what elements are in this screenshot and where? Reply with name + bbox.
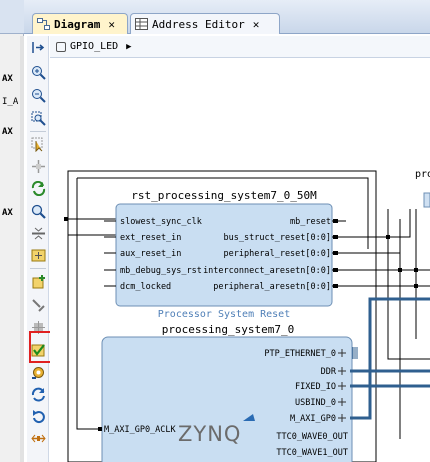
rst-output-port: peripheral_aresetn[0:0] [213, 282, 331, 292]
toolbar-separator [30, 268, 46, 269]
close-icon[interactable]: ✕ [253, 18, 260, 31]
ps-output-port: M_AXI_GP0 [290, 414, 336, 424]
tab-label: Diagram [54, 17, 101, 31]
zoom-out-icon[interactable] [30, 87, 47, 104]
diagram-icon [37, 18, 50, 30]
ps-input-port: M_AXI_GP0_ACLK [104, 425, 177, 435]
run-automation-icon[interactable] [30, 364, 47, 381]
tab-label: Address Editor [152, 17, 245, 31]
rst-input-port: mb_debug_sys_rst [120, 266, 202, 276]
rst-output-port: interconnect_aresetn[0:0] [203, 266, 331, 276]
ps-instance-name: processing_system7_0 [162, 323, 294, 336]
make-connection-icon[interactable] [30, 297, 47, 314]
tab-diagram[interactable]: Diagram ✕ [32, 13, 128, 34]
add-ip-icon[interactable] [30, 274, 47, 291]
diagram-toolbar [27, 36, 49, 462]
refresh-icon[interactable] [30, 386, 47, 403]
rst-input-pins [104, 220, 116, 287]
rst-input-port: ext_reset_in [120, 233, 181, 243]
left-panel-row: AX [2, 74, 13, 84]
ps-output-port: FIXED_IO [295, 382, 336, 392]
table-icon [135, 18, 148, 30]
select-icon[interactable] [30, 136, 47, 153]
breadcrumb-label[interactable]: GPIO_LED [70, 41, 118, 52]
ps-output-port: TTC0_WAVE1_OUT [276, 448, 348, 458]
ps-output-port: USBIND_0 [295, 398, 336, 408]
collapse-icon[interactable] [30, 225, 47, 242]
rst-output-port: peripheral_reset[0:0] [224, 249, 331, 259]
partial-block [423, 192, 430, 208]
left-panel-row: AX [2, 127, 13, 137]
rst-ip-name: Processor System Reset [158, 309, 290, 320]
left-panel: AX I_A AX AX [0, 0, 24, 462]
regenerate-layout-icon[interactable] [30, 180, 47, 197]
close-icon[interactable]: ✕ [108, 18, 115, 31]
reload-icon[interactable] [30, 408, 47, 425]
left-panel-row: I_A [2, 97, 19, 107]
tab-address-editor[interactable]: Address Editor ✕ [130, 13, 280, 34]
rst-input-port: slowest_sync_clk [120, 217, 202, 227]
partial-block-label: proc [415, 169, 430, 180]
rst-input-port: dcm_locked [120, 282, 171, 292]
left-panel-header [0, 0, 24, 34]
rst-instance-name: rst_processing_system7_0_50M [131, 189, 317, 202]
ps-block[interactable]: processing_system7_0 M_AXI_GP0_ACLK PTP_… [77, 297, 430, 462]
rst-block[interactable]: rst_processing_system7_0_50M Processor S… [64, 189, 346, 320]
diagram-canvas[interactable]: rst_processing_system7_0_50M Processor S… [50, 59, 430, 462]
rst-output-port: mb_reset [290, 217, 331, 227]
expand-icon[interactable] [30, 247, 47, 264]
hierarchy-icon [56, 41, 66, 52]
ps-output-port: PTP_ETHERNET_0 [264, 349, 336, 359]
block-diagram[interactable]: rst_processing_system7_0_50M Processor S… [50, 59, 430, 462]
move-icon[interactable] [30, 158, 47, 175]
rst-output-port: bus_struct_reset[0:0] [224, 233, 331, 243]
left-panel-scrollbar[interactable] [20, 36, 24, 462]
ps-output-port: TTC0_WAVE0_OUT [276, 432, 348, 442]
left-panel-row: AX [2, 208, 13, 218]
zoom-in-icon[interactable] [30, 64, 47, 81]
zoom-area-icon[interactable] [30, 110, 47, 127]
pin-icon[interactable] [30, 430, 47, 447]
breadcrumb: GPIO_LED ▶ [50, 36, 430, 58]
toolbar-separator [30, 131, 46, 132]
bus-connector-stripes [352, 347, 358, 359]
search-icon[interactable] [30, 203, 47, 220]
editor-tab-bar: Diagram ✕ Address Editor ✕ [24, 0, 430, 34]
fit-to-pane-icon[interactable] [30, 39, 47, 56]
rst-input-port: aux_reset_in [120, 249, 181, 259]
zynq-logo: ZYNQ [178, 422, 241, 446]
chevron-right-icon[interactable]: ▶ [126, 42, 131, 52]
ps-output-port: DDR [321, 367, 337, 377]
